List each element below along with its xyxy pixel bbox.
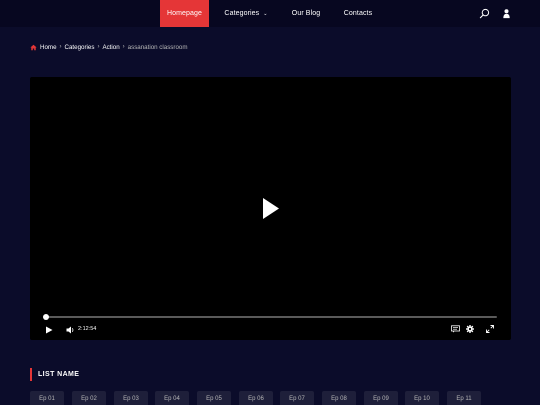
episode-button[interactable]: Ep 04 — [155, 391, 189, 405]
episode-button[interactable]: Ep 06 — [239, 391, 273, 405]
episode-list: Ep 01 Ep 02 Ep 03 Ep 04 Ep 05 Ep 06 Ep 0… — [30, 391, 510, 405]
breadcrumb-separator-icon: › — [97, 44, 100, 50]
play-icon[interactable] — [262, 197, 280, 220]
nav-contacts[interactable]: Contacts — [336, 0, 380, 27]
progress-handle[interactable] — [43, 314, 49, 320]
gear-icon[interactable] — [466, 325, 474, 333]
episode-button[interactable]: Ep 05 — [197, 391, 231, 405]
user-icon[interactable] — [501, 8, 512, 19]
top-header: Homepage Categories ⌄ Our Blog Contacts — [0, 0, 540, 27]
breadcrumb-action[interactable]: Action — [102, 44, 119, 51]
home-icon — [30, 44, 37, 50]
breadcrumb-home[interactable]: Home — [40, 44, 57, 51]
captions-icon[interactable] — [451, 325, 460, 333]
episode-button[interactable]: Ep 11 — [447, 391, 481, 405]
chevron-down-icon: ⌄ — [263, 10, 268, 17]
video-time: 2:12:54 — [78, 326, 97, 332]
nav-categories[interactable]: Categories ⌄ — [220, 0, 272, 27]
play-control-icon[interactable] — [45, 326, 53, 334]
breadcrumb-categories[interactable]: Categories — [65, 44, 95, 51]
nav-contacts-label: Contacts — [343, 10, 373, 17]
breadcrumb: Home › Categories › Action › assanation … — [30, 42, 188, 52]
episode-button[interactable]: Ep 08 — [322, 391, 356, 405]
section-title: LIST NAME — [30, 368, 79, 381]
breadcrumb-separator-icon: › — [59, 44, 62, 50]
episode-button[interactable]: Ep 01 — [30, 391, 64, 405]
nav-our-blog-label: Our Blog — [291, 10, 321, 17]
episode-button[interactable]: Ep 09 — [364, 391, 398, 405]
nav-categories-label: Categories — [224, 10, 260, 17]
episode-button[interactable]: Ep 02 — [72, 391, 106, 405]
nav-homepage-label: Homepage — [166, 10, 203, 17]
search-icon[interactable] — [479, 8, 490, 19]
episode-button[interactable]: Ep 07 — [280, 391, 314, 405]
breadcrumb-separator-icon: › — [122, 44, 125, 50]
breadcrumb-current: assanation classroom — [127, 43, 188, 51]
nav-our-blog[interactable]: Our Blog — [284, 0, 328, 27]
episode-button[interactable]: Ep 03 — [114, 391, 148, 405]
video-progress-bar[interactable] — [45, 316, 497, 318]
volume-icon[interactable] — [66, 326, 75, 334]
nav-homepage[interactable]: Homepage — [160, 0, 209, 27]
fullscreen-icon[interactable] — [486, 325, 494, 333]
episode-button[interactable]: Ep 10 — [405, 391, 439, 405]
